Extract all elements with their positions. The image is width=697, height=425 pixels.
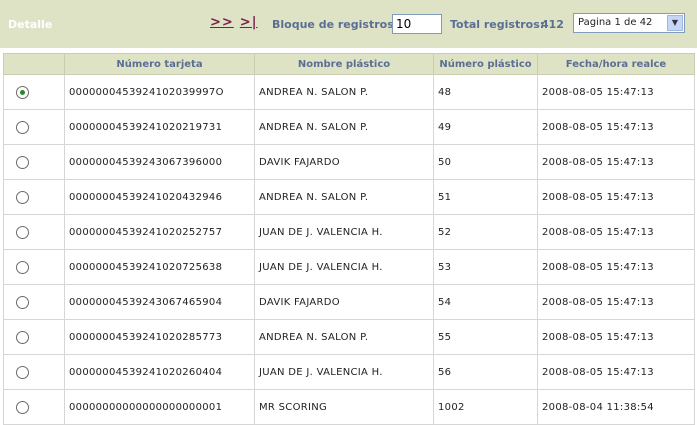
detalle-label: Detalle — [8, 18, 53, 31]
table-row[interactable]: 00000004539241020260404 JUAN DE J. VALENC… — [3, 354, 695, 390]
numero-plastico-cell: 55 — [433, 319, 538, 355]
table-row[interactable]: 00000000000000000000001 MR SCORING 1002 200… — [3, 389, 695, 425]
row-select-radio[interactable] — [16, 155, 29, 169]
column-header-numero-plastico[interactable]: Número plástico — [433, 53, 538, 75]
column-header-nombre-plastico[interactable]: Nombre plástico — [254, 53, 434, 75]
row-select-radio[interactable] — [16, 225, 29, 239]
table-header-row: Número tarjeta Nombre plástico Número pl… — [3, 53, 695, 75]
table-row[interactable]: 0000000453924102039997O ANDREA N. SALON P… — [3, 74, 695, 110]
fecha-realce-cell: 2008-08-05 15:47:13 — [537, 354, 695, 390]
row-select-radio[interactable] — [16, 190, 29, 204]
numero-plastico-cell: 50 — [433, 144, 538, 180]
nombre-plastico-cell: DAVIK FAJARDO — [254, 144, 434, 180]
fecha-realce-cell: 2008-08-04 11:38:54 — [537, 389, 695, 425]
nombre-plastico-cell: JUAN DE J. VALENCIA H. — [254, 354, 434, 390]
page-select-value: Pagina 1 de 42 — [578, 17, 653, 28]
records-table: Número tarjeta Nombre plástico Número pl… — [3, 53, 695, 425]
row-select-radio[interactable] — [16, 295, 29, 309]
nombre-plastico-cell: ANDREA N. SALON P. — [254, 179, 434, 215]
numero-plastico-cell: 54 — [433, 284, 538, 320]
numero-plastico-cell: 51 — [433, 179, 538, 215]
total-registros-value: 412 — [541, 18, 564, 31]
numero-plastico-cell: 1002 — [433, 389, 538, 425]
row-select-radio[interactable] — [16, 120, 29, 134]
row-select-cell — [3, 284, 65, 320]
table-row[interactable]: 00000004539241020219731 ANDREA N. SALON P… — [3, 109, 695, 145]
numero-plastico-cell: 49 — [433, 109, 538, 145]
numero-tarjeta-cell: 00000004539241020432946 — [64, 179, 255, 215]
nombre-plastico-cell: ANDREA N. SALON P. — [254, 74, 434, 110]
row-select-radio[interactable] — [16, 400, 29, 414]
fecha-realce-cell: 2008-08-05 15:47:13 — [537, 214, 695, 250]
row-select-cell — [3, 354, 65, 390]
nombre-plastico-cell: ANDREA N. SALON P. — [254, 319, 434, 355]
row-select-cell — [3, 214, 65, 250]
row-select-cell — [3, 74, 65, 110]
numero-plastico-cell: 52 — [433, 214, 538, 250]
column-header-fecha-realce[interactable]: Fecha/hora realce — [537, 53, 695, 75]
numero-tarjeta-cell: 00000004539243067465904 — [64, 284, 255, 320]
chevron-down-icon[interactable]: ▼ — [667, 15, 683, 31]
toolbar: Detalle >> >| Bloque de registros: Total … — [0, 0, 697, 48]
table-row[interactable]: 00000004539243067396000 DAVIK FAJARDO 50 20… — [3, 144, 695, 180]
row-select-cell — [3, 249, 65, 285]
row-select-radio[interactable] — [16, 260, 29, 274]
row-select-cell — [3, 389, 65, 425]
numero-plastico-cell: 48 — [433, 74, 538, 110]
nombre-plastico-cell: MR SCORING — [254, 389, 434, 425]
row-select-cell — [3, 179, 65, 215]
fecha-realce-cell: 2008-08-05 15:47:13 — [537, 319, 695, 355]
nombre-plastico-cell: DAVIK FAJARDO — [254, 284, 434, 320]
numero-tarjeta-cell: 00000000000000000000001 — [64, 389, 255, 425]
numero-tarjeta-cell: 00000004539241020252757 — [64, 214, 255, 250]
column-header-numero-tarjeta[interactable]: Número tarjeta — [64, 53, 255, 75]
row-select-radio[interactable] — [16, 330, 29, 344]
numero-tarjeta-cell: 00000004539243067396000 — [64, 144, 255, 180]
next-page-link[interactable]: >> — [210, 15, 234, 30]
table-row[interactable]: 00000004539241020252757 JUAN DE J. VALENC… — [3, 214, 695, 250]
pagination-nav: >> >| — [210, 15, 263, 30]
bloque-registros-label: Bloque de registros: — [272, 18, 399, 31]
nombre-plastico-cell: ANDREA N. SALON P. — [254, 109, 434, 145]
row-select-cell — [3, 109, 65, 145]
fecha-realce-cell: 2008-08-05 15:47:13 — [537, 249, 695, 285]
numero-plastico-cell: 53 — [433, 249, 538, 285]
nombre-plastico-cell: JUAN DE J. VALENCIA H. — [254, 249, 434, 285]
table-row[interactable]: 00000004539241020725638 JUAN DE J. VALENC… — [3, 249, 695, 285]
fecha-realce-cell: 2008-08-05 15:47:13 — [537, 109, 695, 145]
nombre-plastico-cell: JUAN DE J. VALENCIA H. — [254, 214, 434, 250]
page-select[interactable]: Pagina 1 de 42 ▼ — [573, 13, 685, 33]
bloque-registros-input[interactable] — [392, 14, 442, 34]
table-row[interactable]: 00000004539241020432946 ANDREA N. SALON P… — [3, 179, 695, 215]
row-select-cell — [3, 319, 65, 355]
table-row[interactable]: 00000004539243067465904 DAVIK FAJARDO 54 20… — [3, 284, 695, 320]
fecha-realce-cell: 2008-08-05 15:47:13 — [537, 284, 695, 320]
row-select-radio[interactable] — [16, 365, 29, 379]
numero-tarjeta-cell: 00000004539241020260404 — [64, 354, 255, 390]
row-select-cell — [3, 144, 65, 180]
numero-tarjeta-cell: 00000004539241020285773 — [64, 319, 255, 355]
numero-tarjeta-cell: 00000004539241020725638 — [64, 249, 255, 285]
table-row[interactable]: 00000004539241020285773 ANDREA N. SALON P… — [3, 319, 695, 355]
fecha-realce-cell: 2008-08-05 15:47:13 — [537, 144, 695, 180]
numero-tarjeta-cell: 00000004539241020219731 — [64, 109, 255, 145]
fecha-realce-cell: 2008-08-05 15:47:13 — [537, 179, 695, 215]
fecha-realce-cell: 2008-08-05 15:47:13 — [537, 74, 695, 110]
total-registros-label: Total registros: — [450, 18, 545, 31]
row-select-radio[interactable] — [16, 85, 29, 99]
last-page-link[interactable]: >| — [240, 15, 258, 30]
numero-tarjeta-cell: 0000000453924102039997O — [64, 74, 255, 110]
numero-plastico-cell: 56 — [433, 354, 538, 390]
column-header-select — [3, 53, 65, 75]
